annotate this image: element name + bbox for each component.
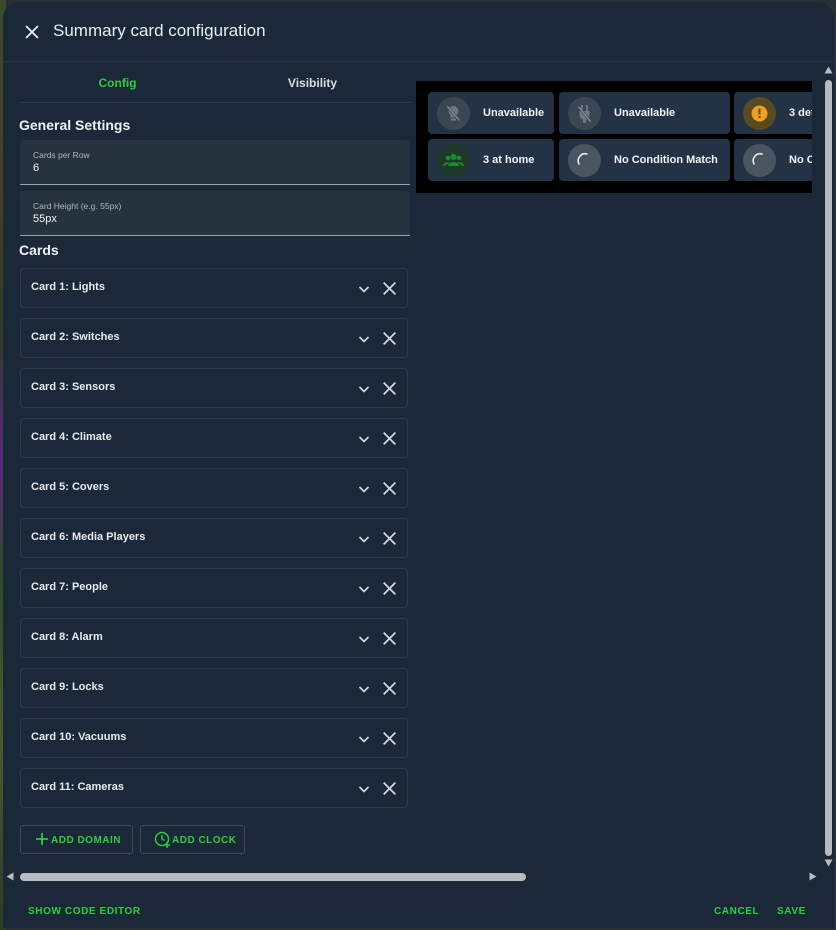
- scroll-down-arrow-icon[interactable]: [824, 859, 833, 867]
- save-button[interactable]: SAVE: [777, 906, 806, 917]
- loading-icon: [568, 144, 601, 177]
- tab-bar: Config Visibility: [20, 63, 411, 103]
- card-row-label: Card 6: Media Players: [31, 531, 146, 543]
- add-clock-button[interactable]: ADD CLOCK: [140, 825, 245, 854]
- loading-icon: [743, 144, 776, 177]
- scroll-up-arrow-icon[interactable]: [824, 66, 833, 74]
- card-row-label: Card 3: Sensors: [31, 381, 116, 393]
- summary-card-config-dialog: Summary card configuration Config Visibi…: [3, 2, 834, 928]
- chevron-down-icon[interactable]: [356, 331, 372, 347]
- card-row[interactable]: Card 7: People: [20, 568, 408, 608]
- chevron-down-icon[interactable]: [356, 481, 372, 497]
- add-domain-button[interactable]: ADD DOMAIN: [20, 825, 133, 854]
- card-height-field[interactable]: Card Height (e.g. 55px): [20, 191, 410, 236]
- card-row-label: Card 2: Switches: [31, 331, 120, 343]
- remove-icon[interactable]: [381, 580, 398, 597]
- cancel-button[interactable]: CANCEL: [714, 906, 759, 917]
- chevron-down-icon[interactable]: [356, 681, 372, 697]
- cards-per-row-input[interactable]: [33, 162, 383, 174]
- tab-visibility[interactable]: Visibility: [215, 76, 410, 90]
- preview-card-text: No Co: [789, 154, 812, 166]
- add-clock-label: ADD CLOCK: [172, 835, 237, 846]
- card-row[interactable]: Card 2: Switches: [20, 318, 408, 358]
- card-row-label: Card 9: Locks: [31, 681, 104, 693]
- horizontal-scrollbar[interactable]: [3, 869, 823, 884]
- preview-card-text: 3 dete: [789, 107, 812, 119]
- card-row[interactable]: Card 11: Cameras: [20, 768, 408, 808]
- card-row-label: Card 8: Alarm: [31, 631, 103, 643]
- preview-card-sensors[interactable]: 3 dete: [734, 92, 812, 134]
- remove-icon[interactable]: [381, 280, 398, 297]
- card-row[interactable]: Card 1: Lights: [20, 268, 408, 308]
- vertical-scroll-thumb[interactable]: [825, 80, 832, 856]
- preview-card-text: Unavailable: [614, 107, 676, 119]
- remove-icon[interactable]: [381, 430, 398, 447]
- preview-card-condition[interactable]: No Condition Match: [559, 139, 730, 181]
- chevron-down-icon[interactable]: [356, 281, 372, 297]
- preview-card-condition-2[interactable]: No Co: [734, 139, 812, 181]
- clock-plus-icon: [154, 831, 170, 848]
- remove-icon[interactable]: [381, 680, 398, 697]
- remove-icon[interactable]: [381, 480, 398, 497]
- remove-icon[interactable]: [381, 630, 398, 647]
- card-row[interactable]: Card 8: Alarm: [20, 618, 408, 658]
- card-row[interactable]: Card 6: Media Players: [20, 518, 408, 558]
- remove-icon[interactable]: [381, 730, 398, 747]
- tab-config[interactable]: Config: [20, 76, 215, 90]
- card-row-label: Card 10: Vacuums: [31, 731, 127, 743]
- lightbulb-off-icon: [437, 97, 470, 130]
- show-code-editor-button[interactable]: SHOW CODE EDITOR: [28, 906, 141, 917]
- preview-card-text: No Condition Match: [614, 154, 718, 166]
- plus-icon: [36, 833, 48, 845]
- chevron-down-icon[interactable]: [356, 381, 372, 397]
- card-height-input[interactable]: [33, 213, 383, 225]
- preview-card-text: 3 at home: [483, 154, 535, 166]
- card-height-label: Card Height (e.g. 55px): [33, 201, 122, 211]
- card-row-label: Card 5: Covers: [31, 481, 110, 493]
- scroll-left-arrow-icon[interactable]: [6, 872, 14, 881]
- preview-card-lights[interactable]: Unavailable: [428, 92, 554, 134]
- chevron-down-icon[interactable]: [356, 431, 372, 447]
- close-icon[interactable]: [21, 21, 43, 43]
- chevron-down-icon[interactable]: [356, 631, 372, 647]
- alert-circle-icon: [743, 97, 776, 130]
- remove-icon[interactable]: [381, 330, 398, 347]
- remove-icon[interactable]: [381, 380, 398, 397]
- preview-card-people[interactable]: 3 at home: [428, 139, 554, 181]
- card-preview: Unavailable Unavailable 3 de 3 at home N…: [416, 81, 812, 193]
- card-row-label: Card 11: Cameras: [31, 781, 124, 793]
- cards-per-row-label: Cards per Row: [33, 150, 90, 160]
- preview-card-switches[interactable]: Unavailable: [559, 92, 730, 134]
- general-settings-heading: General Settings: [19, 117, 131, 133]
- scroll-right-arrow-icon[interactable]: [809, 872, 817, 881]
- horizontal-scroll-thumb[interactable]: [20, 873, 526, 881]
- switch-off-icon: [568, 97, 601, 130]
- card-row[interactable]: Card 3: Sensors: [20, 368, 408, 408]
- remove-icon[interactable]: [381, 780, 398, 797]
- card-row[interactable]: Card 10: Vacuums: [20, 718, 408, 758]
- dialog-content: Config Visibility General Settings Cards…: [3, 63, 823, 871]
- add-domain-label: ADD DOMAIN: [51, 835, 121, 846]
- cards-heading: Cards: [19, 242, 59, 258]
- dialog-header: Summary card configuration: [3, 2, 834, 62]
- card-row[interactable]: Card 5: Covers: [20, 468, 408, 508]
- card-row[interactable]: Card 9: Locks: [20, 668, 408, 708]
- chevron-down-icon[interactable]: [356, 781, 372, 797]
- card-row[interactable]: Card 4: Climate: [20, 418, 408, 458]
- cards-per-row-field[interactable]: Cards per Row: [20, 140, 410, 185]
- account-group-icon: [437, 144, 470, 177]
- preview-card-text: Unavailable: [483, 107, 545, 119]
- dialog-title: Summary card configuration: [53, 21, 266, 40]
- chevron-down-icon[interactable]: [356, 731, 372, 747]
- vertical-scrollbar[interactable]: [823, 63, 834, 871]
- remove-icon[interactable]: [381, 530, 398, 547]
- card-row-label: Card 4: Climate: [31, 431, 112, 443]
- chevron-down-icon[interactable]: [356, 531, 372, 547]
- card-row-label: Card 7: People: [31, 581, 109, 593]
- card-row-label: Card 1: Lights: [31, 281, 105, 293]
- dialog-footer: SHOW CODE EDITOR CANCEL SAVE: [3, 886, 834, 928]
- chevron-down-icon[interactable]: [356, 581, 372, 597]
